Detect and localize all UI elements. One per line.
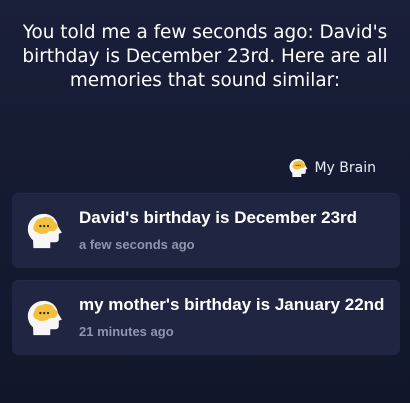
brain-icon: [25, 212, 63, 250]
memory-title: David's birthday is December 23rd: [79, 208, 358, 227]
my-brain-label[interactable]: My Brain: [288, 158, 376, 178]
my-brain-text: My Brain: [314, 160, 376, 176]
memory-card[interactable]: David's birthday is December 23rd a few …: [12, 193, 400, 268]
memory-list: David's birthday is December 23rd a few …: [12, 193, 400, 367]
memory-card[interactable]: my mother's birthday is January 22nd 21 …: [12, 280, 400, 355]
header-message: You told me a few seconds ago: David's b…: [22, 22, 388, 91]
brain-icon: [288, 158, 308, 178]
brain-icon: [25, 299, 63, 337]
memory-timestamp: a few seconds ago: [79, 237, 195, 252]
memory-title: my mother's birthday is January 22nd: [79, 295, 385, 314]
memory-timestamp: 21 minutes ago: [79, 324, 174, 339]
